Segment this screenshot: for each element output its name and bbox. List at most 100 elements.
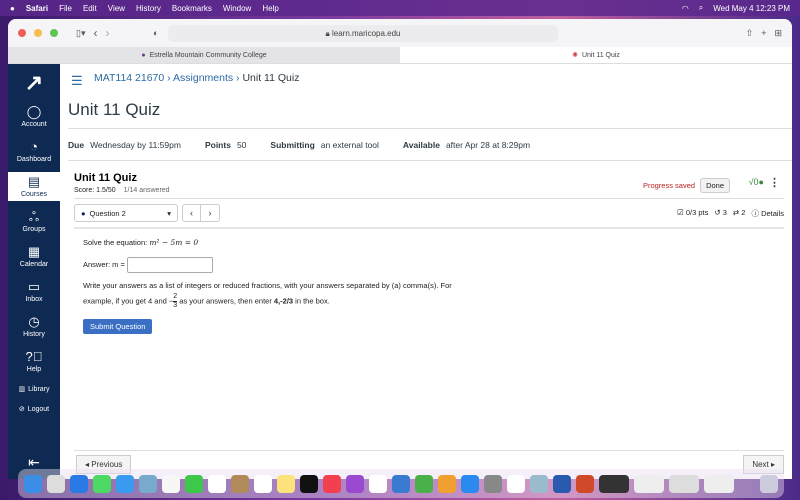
question-nav: ‹ › — [182, 204, 220, 222]
info-icon: ⓘ — [751, 209, 759, 218]
page-title: Unit 11 Quiz — [68, 100, 161, 119]
wifi-icon[interactable]: ◠ — [682, 4, 689, 13]
breadcrumb-current: Unit 11 Quiz — [242, 72, 300, 84]
menu-window[interactable]: Window — [223, 4, 251, 13]
instructions-text: example, if you get 4 and − — [83, 296, 174, 306]
next-question-button[interactable]: › — [201, 205, 219, 221]
menu-help[interactable]: Help — [262, 4, 278, 13]
play-icon[interactable] — [507, 474, 525, 493]
question-select[interactable]: ● Question 2 ▾ — [74, 204, 178, 222]
nav-label: Calendar — [19, 261, 49, 268]
back-icon[interactable]: ‹ — [93, 26, 97, 40]
finder-icon[interactable] — [24, 474, 42, 493]
tab-estrella[interactable]: ● Estrella Mountain Community College — [8, 47, 400, 63]
window-thumbnail-icon[interactable] — [599, 474, 629, 493]
nav-dashboard[interactable]: ◔ Dashboard — [8, 137, 60, 166]
nav-inbox[interactable]: ▭ Inbox — [8, 277, 60, 306]
nav-groups[interactable]: ஃ Groups — [8, 207, 60, 236]
trash-icon[interactable] — [760, 474, 778, 493]
menu-edit[interactable]: Edit — [83, 4, 97, 13]
question-label: Question 2 — [89, 208, 126, 218]
quiz-score: Score: 1.5/50 1/14 answered — [74, 187, 170, 194]
zoom-button[interactable] — [50, 29, 58, 37]
forward-icon[interactable]: › — [105, 26, 109, 40]
menu-view[interactable]: View — [108, 4, 125, 13]
available-label: Available — [402, 140, 440, 150]
inbox-icon: ▭ — [27, 279, 41, 294]
nav-library[interactable]: ▥ Library — [8, 382, 60, 396]
details-button[interactable]: ⓘ Details — [751, 208, 784, 219]
contacts-icon[interactable] — [231, 474, 249, 493]
logo[interactable]: ↗ — [8, 70, 60, 96]
messages-icon[interactable] — [93, 474, 111, 493]
nav-logout[interactable]: ⊘ Logout — [8, 402, 60, 416]
answer-input[interactable] — [126, 257, 213, 273]
math-toggle-icon[interactable]: √0● — [749, 177, 764, 187]
available-value: after Apr 28 at 8:29pm — [445, 140, 531, 150]
menu-history[interactable]: History — [136, 4, 161, 13]
settings-icon[interactable] — [484, 474, 502, 493]
nav-label: Account — [21, 121, 47, 128]
mail-icon[interactable] — [116, 474, 134, 493]
privacy-shield-icon[interactable]: ◐ — [153, 28, 158, 38]
tv-icon[interactable] — [300, 474, 318, 493]
submit-question-button[interactable]: Submit Question — [83, 319, 153, 334]
new-tab-icon[interactable]: + — [761, 28, 766, 38]
breadcrumb-course[interactable]: MAT114 21670 — [94, 72, 164, 84]
minimize-button[interactable] — [34, 29, 42, 37]
nav-history[interactable]: ◷ History — [8, 312, 60, 341]
tab-unit-11-quiz[interactable]: ✺ Unit 11 Quiz — [400, 47, 792, 63]
menu-file[interactable]: File — [59, 4, 72, 13]
favicon-icon: ● — [141, 51, 146, 59]
calendar-icon: ▦ — [27, 244, 41, 259]
news-icon[interactable] — [369, 474, 387, 493]
tab-overview-icon[interactable]: ⊞ — [774, 28, 782, 39]
numbers-icon[interactable] — [415, 474, 433, 493]
facetime-icon[interactable] — [185, 474, 203, 493]
launchpad-icon[interactable] — [47, 474, 65, 493]
sidebar-toggle-icon[interactable]: ▯▾ — [76, 28, 85, 39]
podcasts-icon[interactable] — [346, 474, 364, 493]
app-store-icon[interactable] — [461, 474, 479, 493]
keynote-icon[interactable] — [392, 474, 410, 493]
pages-icon[interactable] — [438, 474, 456, 493]
groups-icon: ஃ — [28, 209, 40, 224]
clock[interactable]: Wed May 4 12:23 PM — [713, 4, 790, 13]
nav-account[interactable]: ◯ Account — [8, 102, 60, 131]
menu-bookmarks[interactable]: Bookmarks — [172, 4, 212, 13]
preview-icon[interactable] — [530, 474, 548, 493]
dock — [18, 469, 784, 498]
hamburger-icon[interactable]: ☰ — [71, 73, 83, 89]
calendar-app-icon[interactable] — [208, 474, 226, 493]
reminders-icon[interactable] — [254, 474, 272, 493]
window-thumbnail-icon[interactable] — [669, 474, 699, 493]
progress-area: Progress saved Done — [643, 178, 730, 193]
music-icon[interactable] — [323, 474, 341, 493]
breadcrumb-assignments[interactable]: Assignments — [173, 72, 233, 84]
global-nav: ↗ ◯ Account ◔ Dashboard ▤ Courses ஃ Groups ▦… — [8, 64, 60, 479]
safari-icon[interactable] — [70, 474, 88, 493]
nav-courses[interactable]: ▤ Courses — [8, 172, 60, 201]
photos-icon[interactable] — [162, 474, 180, 493]
nav-calendar[interactable]: ▦ Calendar — [8, 242, 60, 271]
points-value: 50 — [236, 140, 247, 150]
assignment-details: Due Wednesday by 11:59pm Points 50 Submitt… — [68, 140, 530, 150]
window-thumbnail-icon[interactable] — [634, 474, 664, 493]
done-button[interactable]: Done — [700, 178, 730, 193]
nav-help[interactable]: ?⃝ Help — [8, 347, 60, 376]
powerpoint-icon[interactable] — [576, 474, 594, 493]
maps-icon[interactable] — [139, 474, 157, 493]
question-meta: ☑ 0/3 pts ↺ 3 ⇄ 2 ⓘ Details — [677, 208, 784, 219]
close-button[interactable] — [18, 29, 26, 37]
prev-question-button[interactable]: ‹ — [183, 205, 201, 221]
dropdown-icon: ▾ — [167, 208, 171, 218]
more-options-icon[interactable]: ⋮ — [769, 176, 780, 189]
share-icon[interactable]: ⇧ — [746, 28, 754, 39]
apple-icon[interactable]: ● — [10, 4, 15, 13]
address-bar[interactable]: 🔒︎ learn.maricopa.edu — [168, 25, 558, 42]
word-icon[interactable] — [553, 474, 571, 493]
notes-icon[interactable] — [277, 474, 295, 493]
menu-app[interactable]: Safari — [26, 4, 48, 13]
window-thumbnail-icon[interactable] — [704, 474, 734, 493]
search-icon[interactable]: ⌕ — [699, 3, 703, 13]
